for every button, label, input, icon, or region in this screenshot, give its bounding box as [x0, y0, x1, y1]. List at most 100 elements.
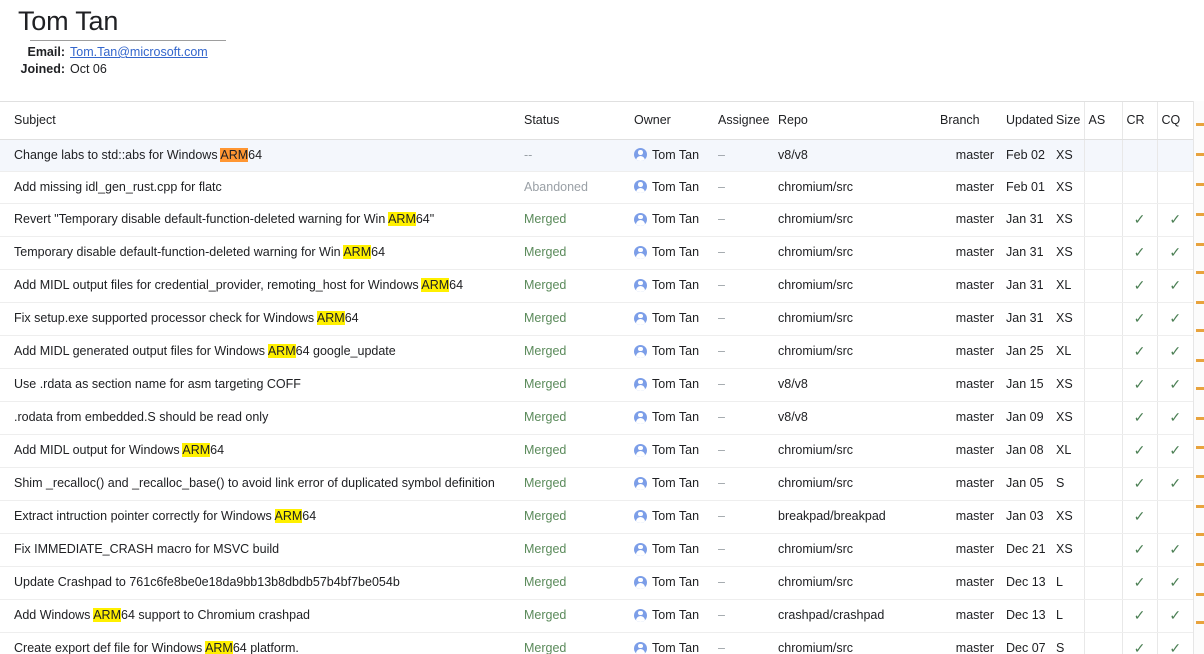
owner-chip[interactable]: Tom Tan: [634, 311, 710, 325]
table-row[interactable]: Add Windows ARM64 support to Chromium cr…: [0, 599, 1193, 633]
table-row[interactable]: Revert "Temporary disable default-functi…: [0, 203, 1193, 237]
column-header-as[interactable]: AS: [1083, 102, 1122, 140]
table-row[interactable]: Add MIDL generated output files for Wind…: [0, 335, 1193, 369]
column-header-owner[interactable]: Owner: [630, 102, 714, 140]
cell-updated-text: Dec 07: [1006, 641, 1046, 654]
table-row[interactable]: Change labs to std::abs for Windows ARM6…: [0, 139, 1193, 172]
cell-subject[interactable]: Create export def file for Windows ARM64…: [0, 632, 520, 654]
cell-subject[interactable]: Extract intruction pointer correctly for…: [0, 500, 520, 534]
cell-owner[interactable]: Tom Tan: [630, 599, 714, 633]
table-row[interactable]: Add MIDL output for Windows ARM64 Merged T…: [0, 434, 1193, 468]
owner-chip[interactable]: Tom Tan: [634, 278, 710, 292]
cell-subject[interactable]: Update Crashpad to 761c6fe8be0e18da9bb13…: [0, 566, 520, 600]
cell-owner[interactable]: Tom Tan: [630, 302, 714, 336]
cell-cr: [1121, 139, 1157, 172]
column-header-status[interactable]: Status: [520, 102, 630, 140]
cell-size: XS: [1052, 533, 1084, 567]
column-header-branch[interactable]: Branch: [936, 102, 1000, 140]
cell-subject[interactable]: Add MIDL output for Windows ARM64: [0, 434, 520, 468]
cell-owner[interactable]: Tom Tan: [630, 632, 714, 654]
cell-updated: Jan 09: [1000, 401, 1052, 435]
owner-chip[interactable]: Tom Tan: [634, 608, 710, 622]
code-review-check-icon: ✓: [1133, 441, 1146, 458]
column-header-cr[interactable]: CR: [1121, 102, 1157, 140]
cell-subject[interactable]: .rodata from embedded.S should be read o…: [0, 401, 520, 435]
cell-branch-text: master: [955, 179, 994, 194]
table-row[interactable]: Update Crashpad to 761c6fe8be0e18da9bb13…: [0, 566, 1193, 600]
cell-assignee-text: –: [718, 476, 725, 490]
cell-subject[interactable]: Use .rdata as section name for asm targe…: [0, 368, 520, 402]
cell-owner[interactable]: Tom Tan: [630, 434, 714, 468]
cell-size-text: XS: [1056, 542, 1073, 556]
cell-branch: master: [936, 401, 1000, 435]
column-header-updated[interactable]: Updated: [1000, 102, 1053, 140]
cell-subject[interactable]: Add MIDL output files for credential_pro…: [0, 269, 520, 303]
cell-assignee-text: –: [718, 344, 725, 358]
cell-updated-text: Jan 25: [1006, 344, 1044, 358]
cell-owner[interactable]: Tom Tan: [630, 139, 714, 172]
owner-chip[interactable]: Tom Tan: [634, 542, 710, 556]
cell-subject[interactable]: Fix setup.exe supported processor check …: [0, 302, 520, 336]
cell-as: [1083, 139, 1122, 172]
column-header-cq[interactable]: CQ: [1156, 102, 1193, 140]
table-row[interactable]: Add MIDL output files for credential_pro…: [0, 269, 1193, 303]
cell-size: XL: [1052, 434, 1084, 468]
find-in-page-scrollbar[interactable]: [1193, 101, 1204, 654]
cell-subject[interactable]: Temporary disable default-function-delet…: [0, 236, 520, 270]
owner-chip[interactable]: Tom Tan: [634, 344, 710, 358]
table-row[interactable]: Create export def file for Windows ARM64…: [0, 632, 1193, 654]
column-header-assignee[interactable]: Assignee: [714, 102, 774, 140]
cell-branch-text: master: [955, 311, 994, 325]
cell-owner[interactable]: Tom Tan: [630, 335, 714, 369]
cell-owner[interactable]: Tom Tan: [630, 500, 714, 534]
column-header-size[interactable]: Size: [1052, 102, 1084, 140]
changes-table-body: Change labs to std::abs for Windows ARM6…: [0, 139, 1193, 654]
cell-subject[interactable]: Add Windows ARM64 support to Chromium cr…: [0, 599, 520, 633]
owner-chip[interactable]: Tom Tan: [634, 212, 710, 226]
owner-chip[interactable]: Tom Tan: [634, 377, 710, 391]
commit-queue-check-icon: ✓: [1169, 243, 1182, 260]
owner-chip[interactable]: Tom Tan: [634, 476, 710, 490]
cell-subject[interactable]: Add MIDL generated output files for Wind…: [0, 335, 520, 369]
cell-subject[interactable]: Shim _recalloc() and _recalloc_base() to…: [0, 467, 520, 501]
owner-chip[interactable]: Tom Tan: [634, 509, 710, 523]
column-header-subject[interactable]: Subject: [0, 102, 520, 140]
subject-text: Add missing idl_gen_rust.cpp for flatc: [14, 179, 222, 194]
table-row[interactable]: .rodata from embedded.S should be read o…: [0, 401, 1193, 435]
owner-chip[interactable]: Tom Tan: [634, 148, 710, 162]
cell-subject[interactable]: Fix IMMEDIATE_CRASH macro for MSVC build: [0, 533, 520, 567]
owner-chip[interactable]: Tom Tan: [634, 443, 710, 457]
table-row[interactable]: Extract intruction pointer correctly for…: [0, 500, 1193, 534]
owner-chip[interactable]: Tom Tan: [634, 641, 710, 654]
cell-cr: ✓: [1121, 566, 1157, 600]
owner-chip[interactable]: Tom Tan: [634, 575, 710, 589]
cell-owner[interactable]: Tom Tan: [630, 401, 714, 435]
cell-subject[interactable]: Revert "Temporary disable default-functi…: [0, 203, 520, 237]
cell-owner[interactable]: Tom Tan: [630, 171, 714, 204]
table-row[interactable]: Use .rdata as section name for asm targe…: [0, 368, 1193, 402]
cell-owner[interactable]: Tom Tan: [630, 533, 714, 567]
email-link[interactable]: Tom.Tan@microsoft.com: [70, 45, 208, 59]
table-row[interactable]: Shim _recalloc() and _recalloc_base() to…: [0, 467, 1193, 501]
cell-subject[interactable]: Add missing idl_gen_rust.cpp for flatc: [0, 171, 520, 204]
cell-as: [1083, 632, 1122, 654]
cell-updated-text: Dec 13: [1006, 608, 1046, 622]
table-row[interactable]: Fix IMMEDIATE_CRASH macro for MSVC build…: [0, 533, 1193, 567]
table-row[interactable]: Temporary disable default-function-delet…: [0, 236, 1193, 270]
cell-owner[interactable]: Tom Tan: [630, 236, 714, 270]
cell-cq: [1156, 500, 1193, 534]
cell-owner[interactable]: Tom Tan: [630, 368, 714, 402]
cell-repo-text: chromium/src: [778, 641, 854, 654]
cell-owner[interactable]: Tom Tan: [630, 467, 714, 501]
cell-owner[interactable]: Tom Tan: [630, 566, 714, 600]
owner-chip[interactable]: Tom Tan: [634, 245, 710, 259]
owner-chip[interactable]: Tom Tan: [634, 180, 710, 194]
cell-owner[interactable]: Tom Tan: [630, 269, 714, 303]
cell-subject[interactable]: Change labs to std::abs for Windows ARM6…: [0, 139, 520, 172]
cell-owner[interactable]: Tom Tan: [630, 203, 714, 237]
status-badge: Merged: [524, 344, 567, 358]
table-row[interactable]: Fix setup.exe supported processor check …: [0, 302, 1193, 336]
owner-chip[interactable]: Tom Tan: [634, 410, 710, 424]
column-header-repo[interactable]: Repo: [774, 102, 936, 140]
table-row[interactable]: Add missing idl_gen_rust.cpp for flatc Ab…: [0, 171, 1193, 204]
